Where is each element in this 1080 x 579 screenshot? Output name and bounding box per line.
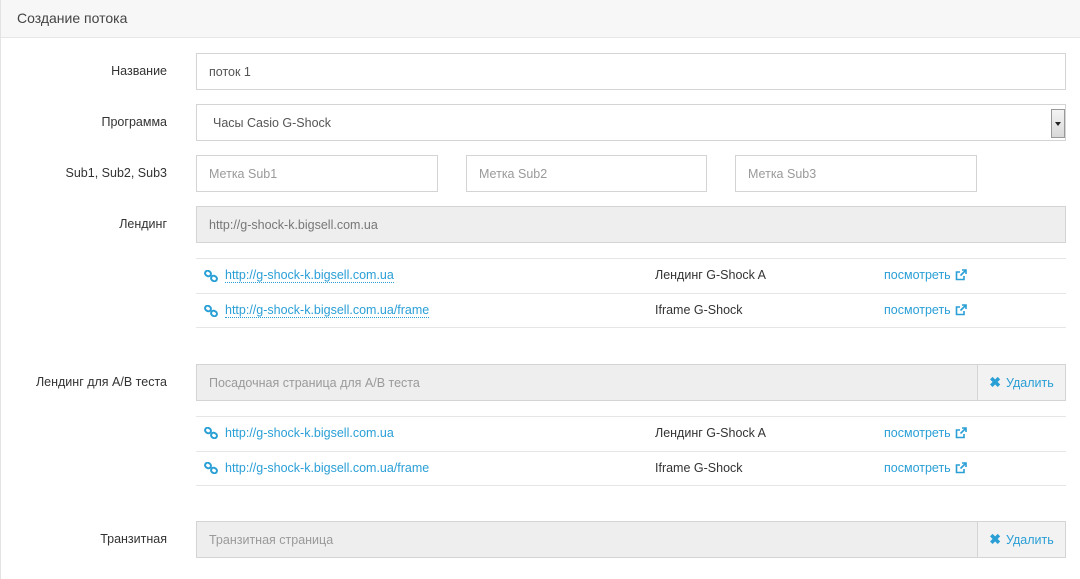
panel-title: Создание потока [1,0,1080,38]
chain-link-icon [204,462,218,474]
landing-link-name: Лендинг G-Shock A [655,268,767,282]
landing-input[interactable] [196,206,1066,243]
table-row: http://g-shock-k.bigsell.com.ua Лендинг … [196,258,1066,293]
sub2-input[interactable] [466,155,707,192]
program-select[interactable]: Часы Casio G-Shock [196,104,1066,141]
times-icon: ✖ [989,374,1001,390]
name-label: Название [111,64,167,78]
create-stream-panel: Создание потока Название Программа Часы … [0,0,1080,579]
view-link[interactable]: посмотреть [884,303,967,317]
table-row: http://g-shock-k.bigsell.com.ua Лендинг … [196,416,1066,451]
sub1-input[interactable] [196,155,438,192]
external-link-icon [955,304,967,316]
view-link[interactable]: посмотреть [884,461,967,475]
ab-landing-link-name: Лендинг G-Shock A [655,426,767,440]
view-link[interactable]: посмотреть [884,426,967,440]
table-row: http://g-shock-k.bigsell.com.ua/frame If… [196,451,1066,486]
chevron-down-icon[interactable] [1051,109,1065,138]
ab-landing-link-url[interactable]: http://g-shock-k.bigsell.com.ua/frame [204,461,429,475]
ab-landing-delete-button[interactable]: ✖ Удалить [977,364,1066,401]
transit-delete-button[interactable]: ✖ Удалить [977,521,1066,558]
landing-link-url[interactable]: http://g-shock-k.bigsell.com.ua/frame [204,303,430,318]
times-icon: ✖ [989,531,1001,547]
landing-link-url[interactable]: http://g-shock-k.bigsell.com.ua [204,268,394,283]
chain-link-icon [204,269,218,282]
view-link[interactable]: посмотреть [884,268,967,282]
ab-landing-links-table: http://g-shock-k.bigsell.com.ua Лендинг … [196,416,1066,486]
ab-landing-input[interactable] [196,364,978,401]
subs-label: Sub1, Sub2, Sub3 [65,166,167,180]
program-selected-value: Часы Casio G-Shock [213,116,332,130]
chain-link-icon [204,304,218,317]
landing-links-table: http://g-shock-k.bigsell.com.ua Лендинг … [196,258,1066,328]
sub3-input[interactable] [735,155,977,192]
program-label: Программа [101,115,168,129]
transit-input[interactable] [196,521,978,558]
ab-landing-link-url[interactable]: http://g-shock-k.bigsell.com.ua [204,426,394,440]
ab-landing-label: Лендинг для A/B теста [35,375,167,389]
ab-landing-link-name: Iframe G-Shock [655,461,743,475]
chain-link-icon [204,427,218,439]
name-input[interactable] [196,53,1066,90]
landing-label: Лендинг [119,217,167,231]
external-link-icon [955,427,967,439]
table-row: http://g-shock-k.bigsell.com.ua/frame If… [196,293,1066,328]
transit-label: Транзитная [100,532,167,546]
landing-link-name: Iframe G-Shock [655,303,743,317]
external-link-icon [955,269,967,281]
external-link-icon [955,462,967,474]
